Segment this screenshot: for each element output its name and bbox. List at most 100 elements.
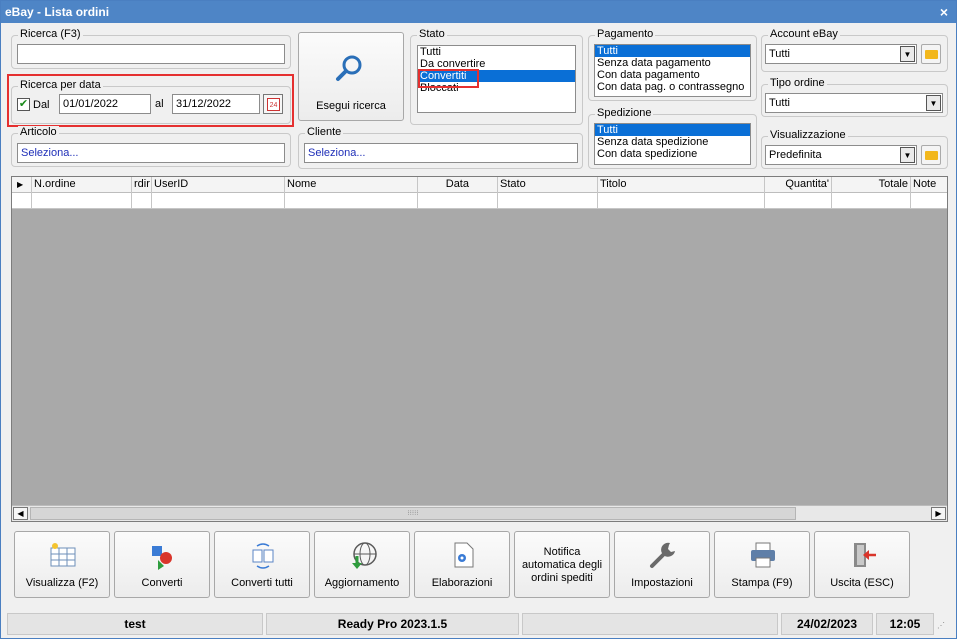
horizontal-scrollbar[interactable]: ◀ ⁝⁝⁝⁝⁝ ▶ xyxy=(12,505,947,521)
orders-grid[interactable]: ▶ N.ordine rdir UserID Nome Data Stato T… xyxy=(11,176,948,522)
tipo-ordine-select[interactable]: Tutti ▼ xyxy=(765,93,943,113)
elaborazioni-label: Elaborazioni xyxy=(431,577,493,589)
grid-header: ▶ N.ordine rdir UserID Nome Data Stato T… xyxy=(12,177,947,193)
tipo-ordine-legend: Tipo ordine xyxy=(768,77,827,89)
status-date: 24/02/2023 xyxy=(781,613,873,635)
uscita-button[interactable]: Uscita (ESC) xyxy=(814,531,910,598)
folder-icon[interactable] xyxy=(921,145,941,165)
globe-download-icon xyxy=(352,542,377,569)
elaborazioni-button[interactable]: Elaborazioni xyxy=(414,531,510,598)
cliente-legend: Cliente xyxy=(305,126,344,138)
col-userid[interactable]: UserID xyxy=(152,177,285,193)
spedizione-group: Spedizione Tutti Senza data spedizione C… xyxy=(588,107,757,169)
cliente-input[interactable]: Seleziona... xyxy=(304,143,578,163)
spedizione-list[interactable]: Tutti Senza data spedizione Con data spe… xyxy=(594,123,751,165)
printer-icon xyxy=(751,542,775,568)
pagamento-item-contrassegno[interactable]: Con data pag. o contrassegno xyxy=(595,81,750,93)
notifica-button[interactable]: Notifica automatica degli ordini spediti xyxy=(514,531,610,598)
stampa-button[interactable]: Stampa (F9) xyxy=(714,531,810,598)
converti-label: Converti xyxy=(141,577,183,589)
articolo-input[interactable]: Seleziona... xyxy=(17,143,285,163)
col-n-ordine[interactable]: N.ordine xyxy=(32,177,132,193)
tipo-ordine-value: Tutti xyxy=(769,97,790,109)
pagamento-item-senza-data[interactable]: Senza data pagamento xyxy=(595,57,750,69)
account-select[interactable]: Tutti ▼ xyxy=(765,44,917,64)
spedizione-item-con-data[interactable]: Con data spedizione xyxy=(595,148,750,160)
row-indicator-icon: ▶ xyxy=(12,177,32,193)
stampa-label: Stampa (F9) xyxy=(731,577,793,589)
col-titolo[interactable]: Titolo xyxy=(598,177,765,193)
impostazioni-button[interactable]: Impostazioni xyxy=(614,531,710,598)
search-icon xyxy=(336,55,362,81)
chevron-down-icon[interactable]: ▼ xyxy=(900,46,915,62)
aggiornamento-label: Aggiornamento xyxy=(324,577,400,589)
scroll-right-icon[interactable]: ▶ xyxy=(931,507,946,520)
status-user: test xyxy=(7,613,263,635)
esegui-ricerca-label: Esegui ricerca xyxy=(316,100,386,112)
ricerca-input[interactable] xyxy=(17,44,285,64)
cliente-group: Cliente Seleziona... xyxy=(298,126,583,169)
spedizione-item-tutti[interactable]: Tutti xyxy=(595,124,750,136)
chevron-down-icon[interactable]: ▼ xyxy=(900,147,915,163)
convert-all-icon xyxy=(252,543,274,569)
scroll-thumb[interactable]: ⁝⁝⁝⁝⁝ xyxy=(30,507,796,520)
visualizzazione-group: Visualizzazione Predefinita ▼ xyxy=(761,129,948,169)
visualizzazione-legend: Visualizzazione xyxy=(768,129,848,141)
scroll-left-icon[interactable]: ◀ xyxy=(13,507,28,520)
table-row[interactable] xyxy=(12,193,947,209)
esegui-ricerca-button[interactable]: Esegui ricerca xyxy=(298,32,404,121)
document-gear-icon xyxy=(454,542,474,568)
pagamento-item-con-data[interactable]: Con data pagamento xyxy=(595,69,750,81)
articolo-legend: Articolo xyxy=(18,126,59,138)
visualizza-label: Visualizza (F2) xyxy=(25,577,99,589)
wrench-icon xyxy=(650,542,675,568)
aggiornamento-button[interactable]: Aggiornamento xyxy=(314,531,410,598)
pagamento-legend: Pagamento xyxy=(595,28,656,40)
ricerca-group: Ricerca (F3) xyxy=(11,28,291,69)
folder-icon[interactable] xyxy=(921,44,941,64)
app-window: eBay - Lista ordini × Ricerca (F3) Ricer… xyxy=(0,0,957,639)
status-version: Ready Pro 2023.1.5 xyxy=(266,613,519,635)
table-view-icon xyxy=(50,543,76,567)
col-totale[interactable]: Totale xyxy=(832,177,911,193)
convertiti-highlight-box xyxy=(418,69,479,88)
col-rdir[interactable]: rdir xyxy=(132,177,152,193)
date-highlight-box xyxy=(7,74,294,127)
articolo-group: Articolo Seleziona... xyxy=(11,126,291,167)
spedizione-item-senza-data[interactable]: Senza data spedizione xyxy=(595,136,750,148)
converti-button[interactable]: Converti xyxy=(114,531,210,598)
exit-door-icon xyxy=(854,543,876,567)
account-value: Tutti xyxy=(769,48,790,60)
resize-grip-icon[interactable]: ⋰ xyxy=(937,621,945,630)
pagamento-list[interactable]: Tutti Senza data pagamento Con data paga… xyxy=(594,44,751,97)
col-stato[interactable]: Stato xyxy=(498,177,598,193)
ricerca-legend: Ricerca (F3) xyxy=(18,28,83,40)
converti-tutti-button[interactable]: Converti tutti xyxy=(214,531,310,598)
pagamento-item-tutti[interactable]: Tutti xyxy=(595,45,750,57)
visualizza-button[interactable]: Visualizza (F2) xyxy=(14,531,110,598)
col-nome[interactable]: Nome xyxy=(285,177,418,193)
converti-tutti-label: Converti tutti xyxy=(231,577,293,589)
title-bar: eBay - Lista ordini × xyxy=(1,1,956,23)
col-note[interactable]: Note xyxy=(911,177,947,193)
convert-icon xyxy=(152,546,172,570)
tipo-ordine-group: Tipo ordine Tutti ▼ xyxy=(761,77,948,117)
uscita-label: Uscita (ESC) xyxy=(830,577,894,589)
col-quantita[interactable]: Quantita' xyxy=(765,177,832,193)
pagamento-group: Pagamento Tutti Senza data pagamento Con… xyxy=(588,28,757,101)
window-title: eBay - Lista ordini xyxy=(5,5,110,19)
impostazioni-label: Impostazioni xyxy=(631,577,693,589)
stato-item-tutti[interactable]: Tutti xyxy=(418,46,575,58)
status-empty xyxy=(522,613,778,635)
visualizzazione-select[interactable]: Predefinita ▼ xyxy=(765,145,917,165)
visualizzazione-value: Predefinita xyxy=(769,149,822,161)
account-group: Account eBay Tutti ▼ xyxy=(761,28,948,72)
col-data[interactable]: Data xyxy=(418,177,498,193)
spedizione-legend: Spedizione xyxy=(595,107,654,119)
status-time: 12:05 xyxy=(876,613,934,635)
notifica-label: Notifica automatica degli ordini spediti xyxy=(521,546,603,584)
chevron-down-icon[interactable]: ▼ xyxy=(926,95,941,111)
close-icon[interactable]: × xyxy=(940,4,948,20)
stato-legend: Stato xyxy=(417,28,447,40)
account-legend: Account eBay xyxy=(768,28,840,40)
